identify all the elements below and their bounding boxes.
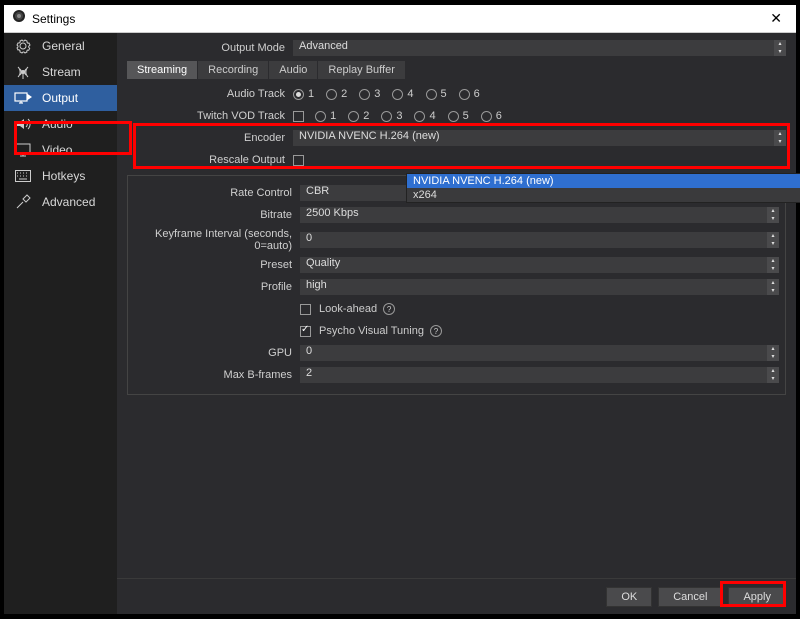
gpu-label: GPU [134, 347, 300, 359]
sidebar-item-label: Hotkeys [42, 169, 85, 183]
audio-track-radio-2[interactable] [326, 89, 337, 100]
audio-track-radio-5[interactable] [426, 89, 437, 100]
sidebar-item-general[interactable]: General [4, 33, 117, 59]
rescale-checkbox[interactable] [293, 155, 304, 166]
twitch-vod-radio-4[interactable] [414, 111, 425, 122]
chevron-updown-icon: ▴▾ [774, 130, 786, 146]
encoder-select[interactable]: NVIDIA NVENC H.264 (new) ▴▾ [293, 130, 786, 146]
sidebar-item-label: Stream [42, 65, 81, 79]
sidebar-item-label: Advanced [42, 195, 95, 209]
profile-label: Profile [134, 281, 300, 293]
bitrate-label: Bitrate [134, 209, 300, 221]
help-icon[interactable]: ? [430, 325, 442, 337]
sidebar-item-hotkeys[interactable]: Hotkeys [4, 163, 117, 189]
output-tabs: Streaming Recording Audio Replay Buffer [127, 61, 786, 79]
chevron-updown-icon: ▴▾ [774, 40, 786, 56]
sidebar-item-stream[interactable]: Stream [4, 59, 117, 85]
encoder-settings-panel: Rate Control CBR▴▾ Bitrate 2500 Kbps▴▾ K… [127, 175, 786, 395]
spinner-icon[interactable]: ▴▾ [767, 207, 779, 223]
tools-icon [14, 193, 32, 211]
encoder-option-nvenc[interactable]: NVIDIA NVENC H.264 (new) [407, 174, 800, 188]
dialog-footer: OK Cancel Apply [117, 578, 796, 614]
psycho-label: Psycho Visual Tuning [319, 325, 424, 337]
tab-replay-buffer[interactable]: Replay Buffer [318, 61, 404, 79]
twitch-vod-radio-6[interactable] [481, 111, 492, 122]
monitor-icon [14, 141, 32, 159]
rescale-label: Rescale Output [127, 154, 293, 166]
help-icon[interactable]: ? [383, 303, 395, 315]
preset-label: Preset [134, 259, 300, 271]
twitch-vod-enable[interactable] [293, 111, 304, 122]
max-bframes-input[interactable]: 2▴▾ [300, 367, 779, 383]
sidebar-item-label: Video [42, 143, 72, 157]
obs-icon [12, 9, 32, 28]
window-title: Settings [32, 12, 75, 26]
sidebar-item-label: Audio [42, 117, 73, 131]
twitch-vod-radio-3[interactable] [381, 111, 392, 122]
spinner-icon[interactable]: ▴▾ [767, 345, 779, 361]
antenna-icon [14, 63, 32, 81]
close-icon[interactable]: ✕ [764, 10, 788, 27]
keyboard-icon [14, 167, 32, 185]
audio-track-radio-1[interactable] [293, 89, 304, 100]
lookahead-label: Look-ahead [319, 303, 377, 315]
audio-track-radio-6[interactable] [459, 89, 470, 100]
output-icon [14, 89, 32, 107]
output-mode-select[interactable]: Advanced ▴▾ [293, 40, 786, 56]
twitch-vod-radio-5[interactable] [448, 111, 459, 122]
sidebar-item-output[interactable]: Output [4, 85, 117, 111]
sidebar-item-advanced[interactable]: Advanced [4, 189, 117, 215]
audio-track-radio-4[interactable] [392, 89, 403, 100]
tab-streaming[interactable]: Streaming [127, 61, 197, 79]
audio-track-radio-3[interactable] [359, 89, 370, 100]
cancel-button[interactable]: Cancel [658, 587, 722, 607]
output-mode-label: Output Mode [127, 42, 293, 54]
twitch-vod-radio-1[interactable] [315, 111, 326, 122]
apply-button[interactable]: Apply [728, 587, 786, 607]
twitch-vod-radio-2[interactable] [348, 111, 359, 122]
encoder-label: Encoder [127, 132, 293, 144]
profile-select[interactable]: high▴▾ [300, 279, 779, 295]
chevron-updown-icon: ▴▾ [767, 279, 779, 295]
main-panel: Output Mode Advanced ▴▾ Streaming Record… [117, 33, 796, 614]
max-bframes-label: Max B-frames [134, 369, 300, 381]
preset-select[interactable]: Quality▴▾ [300, 257, 779, 273]
keyframe-label: Keyframe Interval (seconds, 0=auto) [134, 228, 300, 252]
sidebar: General Stream Output Audio Video Hotkey… [4, 33, 117, 614]
keyframe-input[interactable]: 0▴▾ [300, 232, 779, 248]
bitrate-input[interactable]: 2500 Kbps▴▾ [300, 207, 779, 223]
spinner-icon[interactable]: ▴▾ [767, 232, 779, 248]
psycho-checkbox[interactable] [300, 326, 311, 337]
sidebar-item-label: General [42, 39, 85, 53]
sidebar-item-video[interactable]: Video [4, 137, 117, 163]
ok-button[interactable]: OK [606, 587, 652, 607]
rate-control-label: Rate Control [134, 187, 300, 199]
speaker-icon [14, 115, 32, 133]
twitch-vod-label: Twitch VOD Track [127, 110, 293, 122]
content-area: Output Mode Advanced ▴▾ Streaming Record… [117, 33, 796, 578]
sidebar-item-audio[interactable]: Audio [4, 111, 117, 137]
tab-recording[interactable]: Recording [198, 61, 268, 79]
chevron-updown-icon: ▴▾ [767, 257, 779, 273]
titlebar: Settings ✕ [4, 5, 796, 33]
gpu-input[interactable]: 0▴▾ [300, 345, 779, 361]
encoder-option-x264[interactable]: x264 [407, 188, 800, 202]
window-body: General Stream Output Audio Video Hotkey… [4, 33, 796, 614]
settings-window: Settings ✕ General Stream Output Audio [4, 5, 796, 614]
tab-audio[interactable]: Audio [269, 61, 317, 79]
gear-icon [14, 37, 32, 55]
sidebar-item-label: Output [42, 91, 78, 105]
audio-track-label: Audio Track [127, 88, 293, 100]
lookahead-checkbox[interactable] [300, 304, 311, 315]
encoder-dropdown-list: NVIDIA NVENC H.264 (new) x264 [406, 173, 800, 203]
spinner-icon[interactable]: ▴▾ [767, 367, 779, 383]
